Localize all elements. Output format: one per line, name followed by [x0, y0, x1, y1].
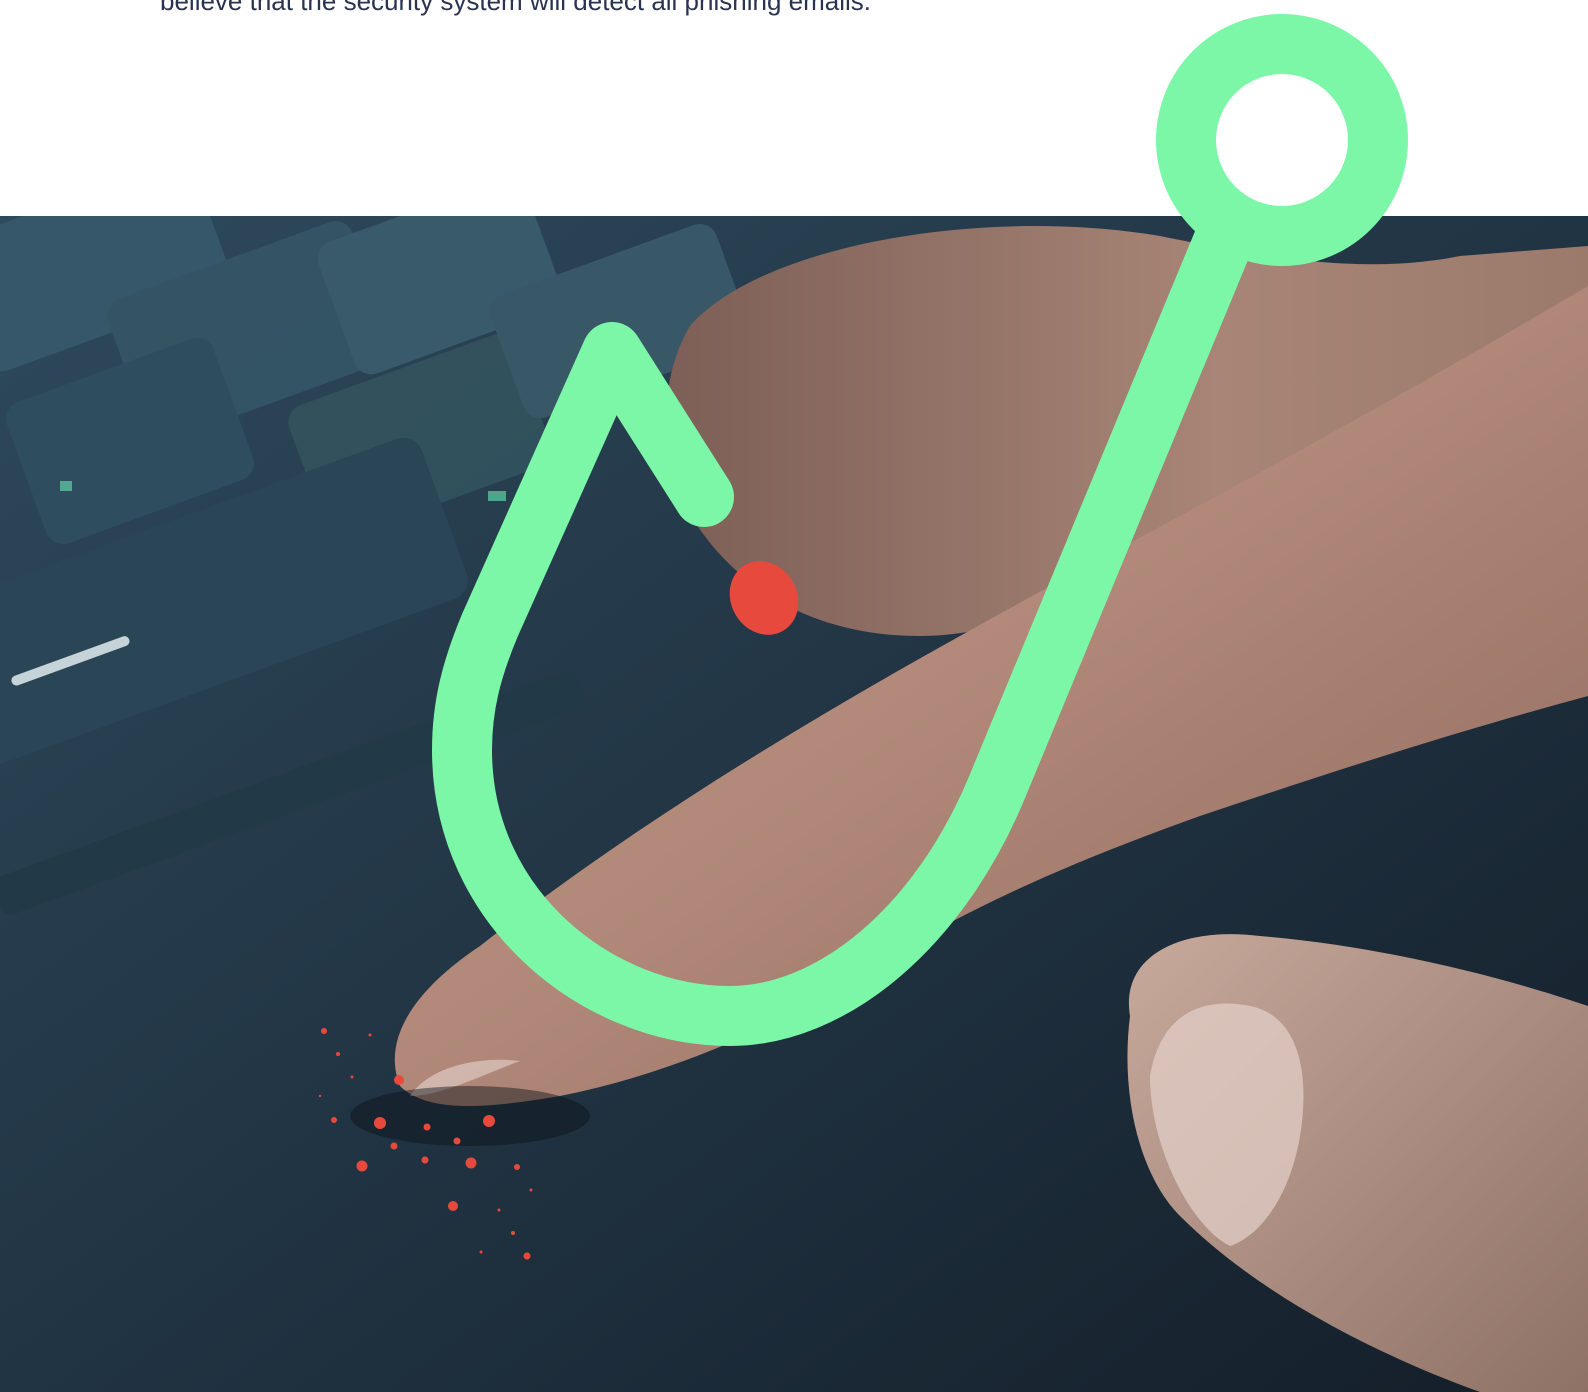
particle-dots — [318, 1028, 533, 1260]
hero-image — [0, 216, 1588, 1392]
intro-paragraph: believe that the security system will de… — [160, 0, 871, 16]
page: believe that the security system will de… — [0, 0, 1588, 1392]
